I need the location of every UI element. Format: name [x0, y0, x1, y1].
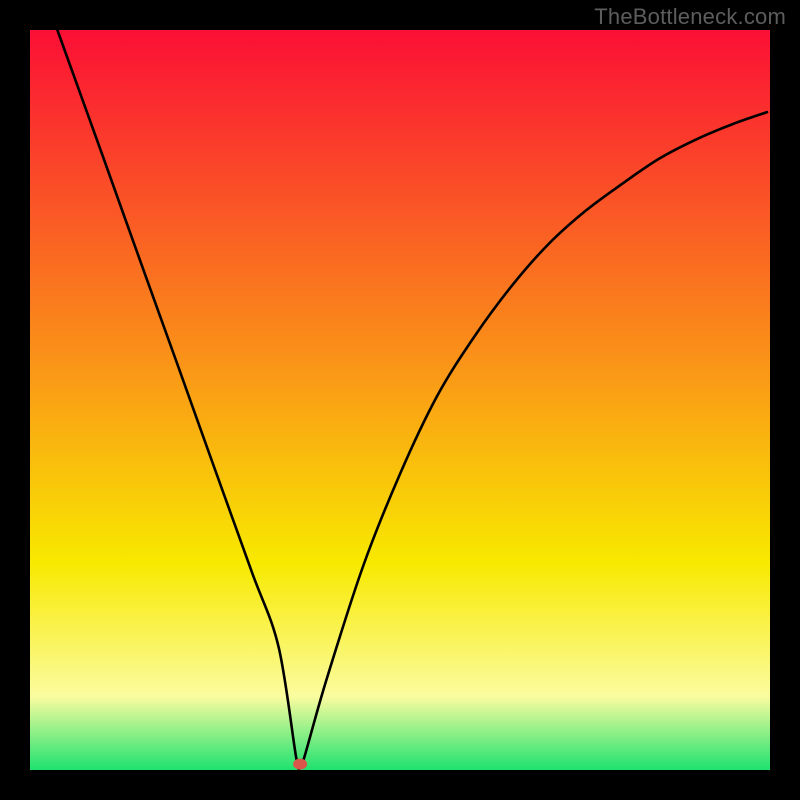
chart-svg [0, 0, 800, 800]
plot-background [30, 30, 770, 770]
watermark-text: TheBottleneck.com [594, 4, 786, 30]
optimal-marker [293, 759, 307, 770]
chart-frame: TheBottleneck.com [0, 0, 800, 800]
